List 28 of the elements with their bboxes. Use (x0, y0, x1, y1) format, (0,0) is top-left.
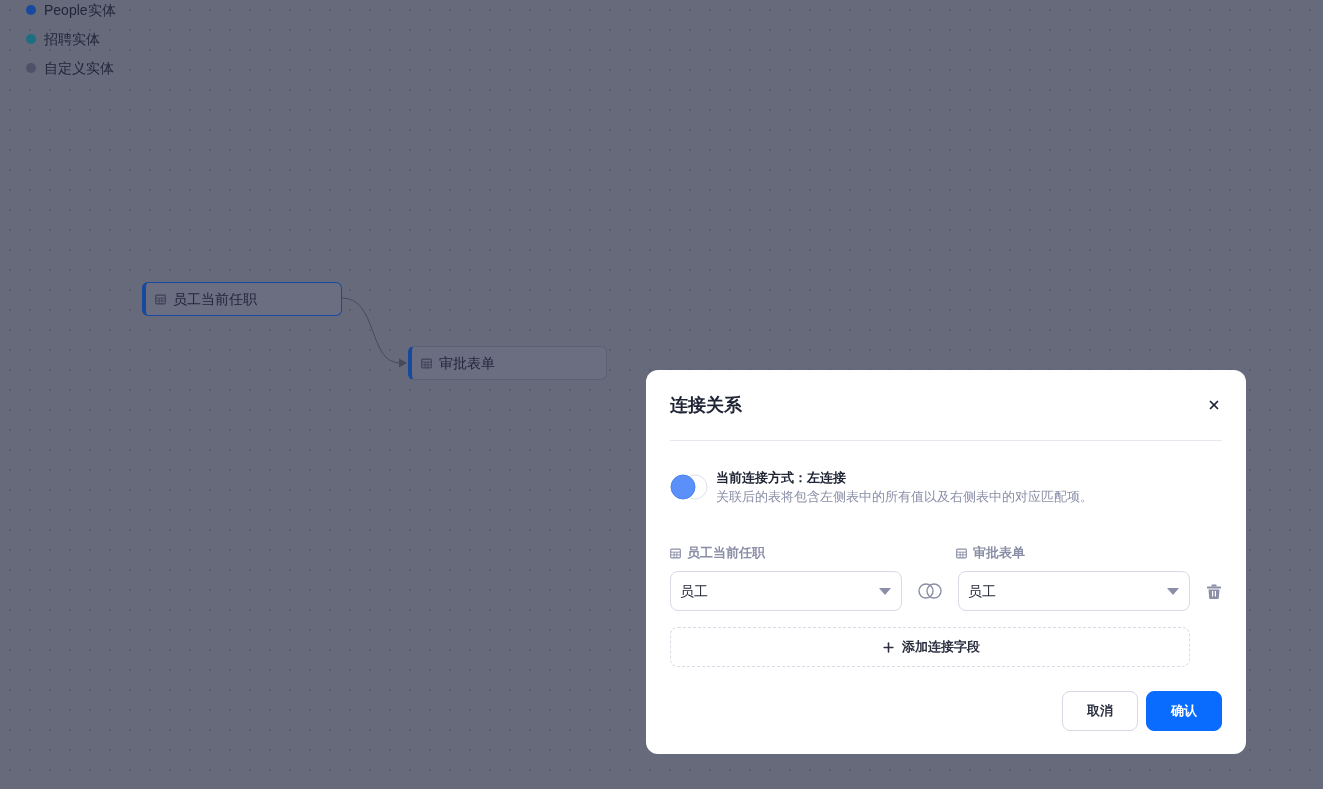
node-label: 审批表单 (439, 353, 495, 373)
node-label: 员工当前任职 (173, 289, 257, 309)
delete-button[interactable] (1206, 583, 1222, 599)
cancel-button[interactable]: 取消 (1062, 691, 1138, 731)
connector-arrow (341, 297, 407, 368)
join-mode-title: 当前连接方式：左连接 (716, 468, 847, 487)
legend-label: People实体 (44, 1, 116, 20)
select-field[interactable]: 员工 (958, 571, 1190, 611)
join-mode-description: 关联后的表将包含左侧表中的所有值以及右侧表中的对应匹配项。 (716, 487, 1093, 506)
caret-icon (1167, 587, 1179, 595)
dialog-title: 连接关系 (670, 393, 742, 417)
venn-circles-icon (918, 583, 942, 599)
table-label: 审批表单 (973, 544, 1025, 563)
table-icon (155, 293, 166, 305)
close-icon (1207, 398, 1221, 412)
trash-icon (1207, 583, 1221, 599)
plus-icon (880, 639, 896, 655)
add-field-button[interactable]: 添加连接字段 (670, 627, 1190, 667)
legend-label: 招聘实体 (44, 30, 100, 49)
table-icon (421, 357, 432, 369)
venn-circles-icon[interactable] (670, 473, 708, 500)
legend-label: 自定义实体 (44, 59, 114, 78)
select-field[interactable]: 员工 (670, 571, 902, 611)
table-icon (670, 547, 681, 559)
caret-icon (879, 587, 891, 595)
table-label: 员工当前任职 (687, 544, 765, 563)
confirm-button[interactable]: 确认 (1146, 691, 1222, 731)
table-icon (956, 547, 967, 559)
